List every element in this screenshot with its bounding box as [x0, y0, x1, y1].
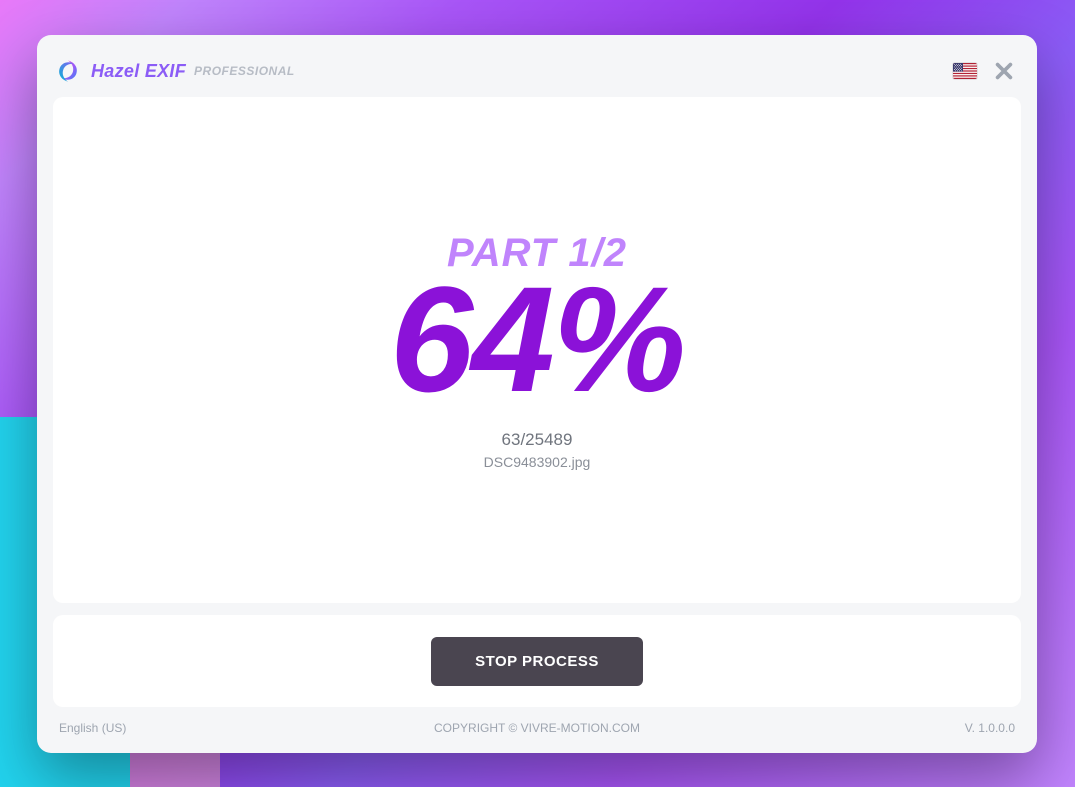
progress-percent: 64%: [390, 270, 684, 408]
app-title: Hazel EXIF: [91, 61, 186, 82]
app-logo-icon: [55, 58, 81, 84]
language-flag-button[interactable]: [953, 63, 977, 79]
us-flag-icon: [953, 63, 977, 79]
titlebar: Hazel EXIF PROFESSIONAL: [53, 51, 1021, 91]
current-filename: DSC9483902.jpg: [484, 454, 591, 470]
app-edition: PROFESSIONAL: [194, 64, 295, 78]
footer-version: V. 1.0.0.0: [965, 721, 1015, 735]
footer-copyright: COPYRIGHT © VIVRE-MOTION.COM: [434, 721, 640, 735]
footer: English (US) COPYRIGHT © VIVRE-MOTION.CO…: [53, 707, 1021, 737]
close-button[interactable]: [991, 58, 1017, 84]
stop-process-button[interactable]: STOP PROCESS: [431, 637, 643, 686]
footer-language[interactable]: English (US): [59, 721, 126, 735]
progress-counter: 63/25489: [502, 430, 573, 450]
progress-panel: PART 1/2 64% 63/25489 DSC9483902.jpg: [53, 97, 1021, 603]
action-panel: STOP PROCESS: [53, 615, 1021, 707]
close-icon: [993, 60, 1015, 82]
app-window: Hazel EXIF PROFESSIONAL: [37, 35, 1037, 753]
